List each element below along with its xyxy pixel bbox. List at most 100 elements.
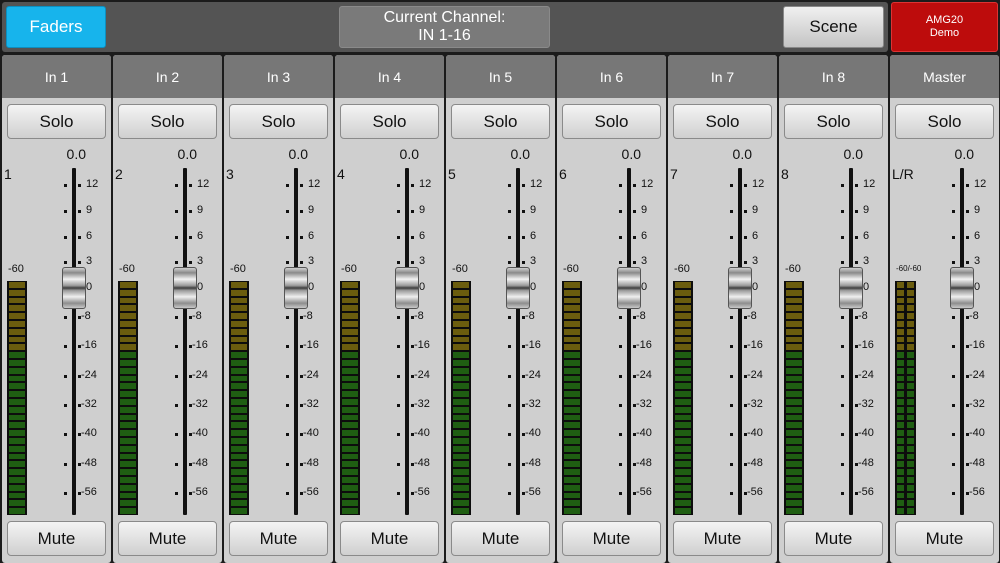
solo-button[interactable]: Solo bbox=[895, 104, 994, 139]
fader-handle[interactable] bbox=[284, 267, 308, 309]
scale-label: -32 bbox=[747, 398, 763, 410]
solo-button[interactable]: Solo bbox=[118, 104, 217, 139]
solo-button[interactable]: Solo bbox=[784, 104, 883, 139]
meter-segment bbox=[120, 313, 136, 319]
scale-tick bbox=[841, 375, 844, 378]
channel-number: 5 bbox=[448, 166, 456, 182]
scale-label: 9 bbox=[863, 204, 870, 216]
solo-button[interactable]: Solo bbox=[673, 104, 772, 139]
scale-label: 0 bbox=[863, 281, 870, 293]
scale-label: 0 bbox=[86, 281, 93, 293]
mute-button[interactable]: Mute bbox=[673, 521, 772, 556]
scale-label: -16 bbox=[525, 339, 541, 351]
fader-track bbox=[849, 168, 853, 515]
scale-label: -32 bbox=[192, 398, 208, 410]
scale-tick bbox=[397, 345, 400, 348]
meter-segment bbox=[786, 508, 802, 514]
meter-segment bbox=[564, 422, 580, 429]
scale-label: 12 bbox=[863, 178, 876, 190]
meter-segment bbox=[675, 438, 691, 444]
scale-tick bbox=[300, 236, 303, 239]
mute-button[interactable]: Mute bbox=[784, 521, 883, 556]
meter-segment bbox=[9, 438, 25, 444]
scale-tick bbox=[730, 375, 733, 378]
meter-segment bbox=[786, 469, 802, 475]
meter-segment bbox=[342, 500, 358, 507]
meter-segment bbox=[120, 344, 136, 351]
meter-segment bbox=[9, 430, 25, 436]
device-button[interactable]: AMG20 Demo bbox=[891, 2, 998, 52]
meter-segment bbox=[897, 305, 904, 312]
meter-segment bbox=[907, 328, 914, 335]
scale-label: 3 bbox=[197, 255, 204, 267]
meter-segment bbox=[675, 445, 691, 452]
scale-label: -8 bbox=[525, 310, 535, 322]
scale-label: 6 bbox=[752, 230, 759, 242]
mute-button[interactable]: Mute bbox=[229, 521, 328, 556]
solo-button[interactable]: Solo bbox=[340, 104, 439, 139]
mute-button[interactable]: Mute bbox=[7, 521, 106, 556]
meter-segment bbox=[453, 360, 469, 366]
solo-button[interactable]: Solo bbox=[7, 104, 106, 139]
meter-segment bbox=[675, 305, 691, 312]
solo-button[interactable]: Solo bbox=[229, 104, 328, 139]
meter-segment bbox=[897, 461, 904, 468]
scale-tick bbox=[78, 184, 81, 187]
meter-segment bbox=[9, 383, 25, 390]
faders-button[interactable]: Faders bbox=[6, 6, 106, 48]
fader-handle[interactable] bbox=[173, 267, 197, 309]
fader-handle[interactable] bbox=[617, 267, 641, 309]
meter-segment bbox=[9, 305, 25, 312]
scale-tick bbox=[744, 184, 747, 187]
solo-button[interactable]: Solo bbox=[562, 104, 661, 139]
scale-tick bbox=[841, 433, 844, 436]
meter-segment bbox=[786, 383, 802, 390]
meter-segment bbox=[897, 289, 904, 296]
scale-label: -32 bbox=[303, 398, 319, 410]
mute-button[interactable]: Mute bbox=[895, 521, 994, 556]
fader-value: 0.0 bbox=[621, 146, 641, 162]
scale-tick bbox=[619, 375, 622, 378]
scale-tick bbox=[619, 184, 622, 187]
scale-label: 12 bbox=[752, 178, 765, 190]
scene-button[interactable]: Scene bbox=[783, 6, 884, 48]
fader-handle[interactable] bbox=[62, 267, 86, 309]
scale-label: -8 bbox=[969, 310, 979, 322]
fader-handle[interactable] bbox=[950, 267, 974, 309]
fader-value: 0.0 bbox=[732, 146, 752, 162]
mute-button[interactable]: Mute bbox=[451, 521, 550, 556]
meter-segment bbox=[120, 383, 136, 390]
mute-button[interactable]: Mute bbox=[340, 521, 439, 556]
mute-button[interactable]: Mute bbox=[562, 521, 661, 556]
meter-segment bbox=[564, 492, 580, 499]
channel-name: In 3 bbox=[224, 55, 333, 98]
scale-label: -48 bbox=[525, 457, 541, 469]
meter-segment bbox=[786, 477, 802, 483]
meter-segment bbox=[786, 289, 802, 296]
current-channel-value: IN 1-16 bbox=[418, 27, 471, 44]
scale-tick bbox=[633, 210, 636, 213]
scale-tick bbox=[619, 463, 622, 466]
scale-tick bbox=[841, 492, 844, 495]
meter-segment bbox=[120, 414, 136, 421]
scale-tick bbox=[952, 261, 955, 264]
meter-segment bbox=[120, 360, 136, 366]
meter-segment bbox=[675, 422, 691, 429]
fader-handle[interactable] bbox=[395, 267, 419, 309]
meter-segment bbox=[907, 453, 914, 460]
fader-handle[interactable] bbox=[506, 267, 530, 309]
fader-handle[interactable] bbox=[728, 267, 752, 309]
channel-name: In 5 bbox=[446, 55, 555, 98]
meter-segment bbox=[120, 477, 136, 483]
meter-segment bbox=[453, 321, 469, 327]
meter-segment bbox=[231, 399, 247, 405]
solo-button[interactable]: Solo bbox=[451, 104, 550, 139]
scale-label: 6 bbox=[530, 230, 537, 242]
scale-label: 0 bbox=[974, 281, 981, 293]
scale-tick bbox=[508, 210, 511, 213]
meter-segment bbox=[675, 500, 691, 507]
meter-segment bbox=[907, 297, 914, 304]
mute-button[interactable]: Mute bbox=[118, 521, 217, 556]
fader-handle[interactable] bbox=[839, 267, 863, 309]
scale-tick bbox=[952, 492, 955, 495]
